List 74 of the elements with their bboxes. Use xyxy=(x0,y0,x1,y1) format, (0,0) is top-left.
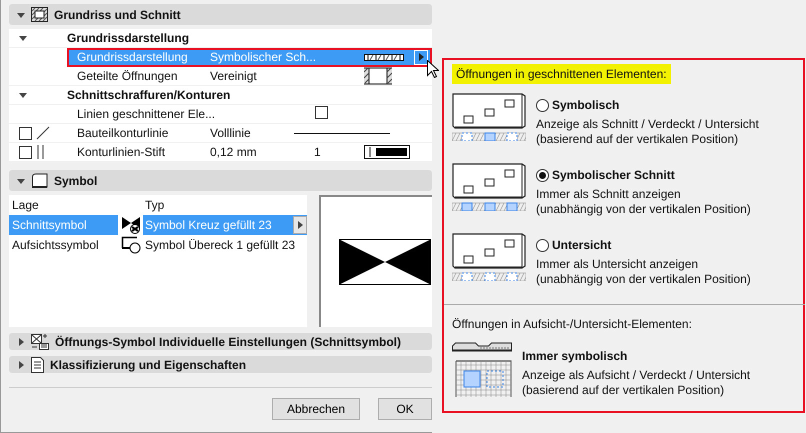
slash-line-icon xyxy=(36,126,50,140)
radio-label[interactable]: Symbolischer Schnitt xyxy=(552,168,675,182)
collapse-arrow-icon[interactable] xyxy=(19,91,27,99)
checkbox[interactable] xyxy=(315,106,328,119)
section-header[interactable]: Öffnungs-Symbol Individuelle Einstellungen (Schnittsymbol) xyxy=(9,333,432,350)
radio-button[interactable] xyxy=(536,98,549,112)
property-value: Symbolischer Sch... xyxy=(210,50,318,64)
hatched-wall-icon xyxy=(364,52,404,62)
option-description: Immer als Untersicht anzeigen xyxy=(536,257,700,271)
pen-icon xyxy=(36,145,46,159)
section-heading: Öffnungen in Aufsicht-/Untersicht-Elementen: xyxy=(452,317,693,331)
option-title: Immer symbolisch xyxy=(522,349,628,363)
property-label: Grundrissdarstellung xyxy=(76,50,189,64)
pen-number: 1 xyxy=(314,145,322,159)
expand-arrow-icon[interactable] xyxy=(17,338,25,346)
property-row[interactable]: Linien geschnittener Ele... xyxy=(9,105,432,124)
ok-button[interactable]: OK xyxy=(378,398,432,420)
group-title: Grundrissdarstellung xyxy=(67,31,190,45)
radio-button[interactable] xyxy=(536,238,549,252)
property-row[interactable]: Bauteilkonturlinie Volllinie xyxy=(9,124,432,143)
cancel-button[interactable]: Abbrechen xyxy=(272,398,360,420)
symbol-row[interactable]: Aufsichtssymbol Symbol Übereck 1 gefüllt 23 xyxy=(9,235,307,255)
symbol-position: Aufsichtssymbol xyxy=(11,238,100,252)
option-description: (unabhängig von der vertikalen Position) xyxy=(536,272,751,286)
line-sample-icon xyxy=(294,132,390,134)
pen-swatch-icon xyxy=(364,145,410,159)
door-frame-icon xyxy=(31,173,48,188)
play-arrow-icon xyxy=(418,53,424,61)
property-value: 0,12 mm xyxy=(210,145,258,159)
property-row[interactable]: Geteilte Öffnungen Vereinigt xyxy=(9,67,432,86)
option-description: (basierend auf der vertikalen Position) xyxy=(522,383,726,397)
property-label: Bauteilkonturlinie xyxy=(76,126,170,140)
option-description: (basierend auf der vertikalen Position) xyxy=(536,132,740,146)
group-title: Schnittschraffuren/Konturen xyxy=(67,88,230,102)
hatched-square-icon xyxy=(31,7,48,22)
section-header[interactable]: Symbol xyxy=(9,170,432,191)
symbol-type: Symbol Übereck 1 gefüllt 23 xyxy=(144,238,293,252)
document-icon xyxy=(31,356,44,372)
collapse-arrow-icon[interactable] xyxy=(17,176,25,184)
property-label: Konturlinien-Stift xyxy=(76,145,166,159)
play-arrow-icon xyxy=(298,221,302,229)
corner-symbol-icon xyxy=(120,236,140,254)
section-header[interactable]: Klassifizierung und Eigenschaften xyxy=(9,356,432,373)
wall-opening-icon xyxy=(364,67,392,85)
section-title: Öffnungs-Symbol Individuelle Einstellungen (Schnittsymbol) xyxy=(55,334,402,348)
slab-opening-drawing xyxy=(452,341,512,397)
section-title: Grundriss und Schnitt xyxy=(54,8,181,22)
option-description: Anzeige als Aufsicht / Verdeckt / Untersicht xyxy=(522,368,750,382)
radio-button-checked[interactable] xyxy=(536,168,549,182)
column-header: Typ xyxy=(144,198,166,212)
popup-heading: Öffnungen in geschnittenen Elementen: xyxy=(452,64,671,84)
menu-arrow-button[interactable] xyxy=(293,216,307,234)
property-label: Geteilte Öffnungen xyxy=(76,69,179,83)
option-description: Anzeige als Schnitt / Verdeckt / Untersicht xyxy=(536,117,759,131)
checkbox[interactable] xyxy=(19,126,32,140)
section-header[interactable]: Grundriss und Schnitt xyxy=(9,4,432,25)
radio-label[interactable]: Untersicht xyxy=(552,238,612,252)
collapse-arrow-icon[interactable] xyxy=(17,10,25,18)
symbol-position: Schnittsymbol xyxy=(11,218,88,232)
option-description: (unabhängig von der vertikalen Position) xyxy=(536,202,751,216)
checkbox[interactable] xyxy=(19,146,32,158)
property-value: Volllinie xyxy=(210,126,252,140)
symbol-type: Symbol Kreuz gefüllt 23 xyxy=(144,218,273,232)
radio-label[interactable]: Symbolisch xyxy=(552,98,620,112)
section-title: Symbol xyxy=(54,174,98,188)
column-header: Lage xyxy=(11,198,40,212)
collapse-arrow-icon[interactable] xyxy=(19,34,27,42)
section-title: Klassifizierung und Eigenschaften xyxy=(50,358,246,372)
property-row[interactable]: Konturlinien-Stift 0,12 mm 1 xyxy=(9,143,432,162)
bowtie-symbol-icon xyxy=(120,216,140,234)
option-description: Immer als Schnitt anzeigen xyxy=(536,187,682,201)
expand-arrow-icon[interactable] xyxy=(17,360,25,368)
property-value: Vereinigt xyxy=(210,69,258,83)
symbol-settings-icon xyxy=(31,334,49,350)
